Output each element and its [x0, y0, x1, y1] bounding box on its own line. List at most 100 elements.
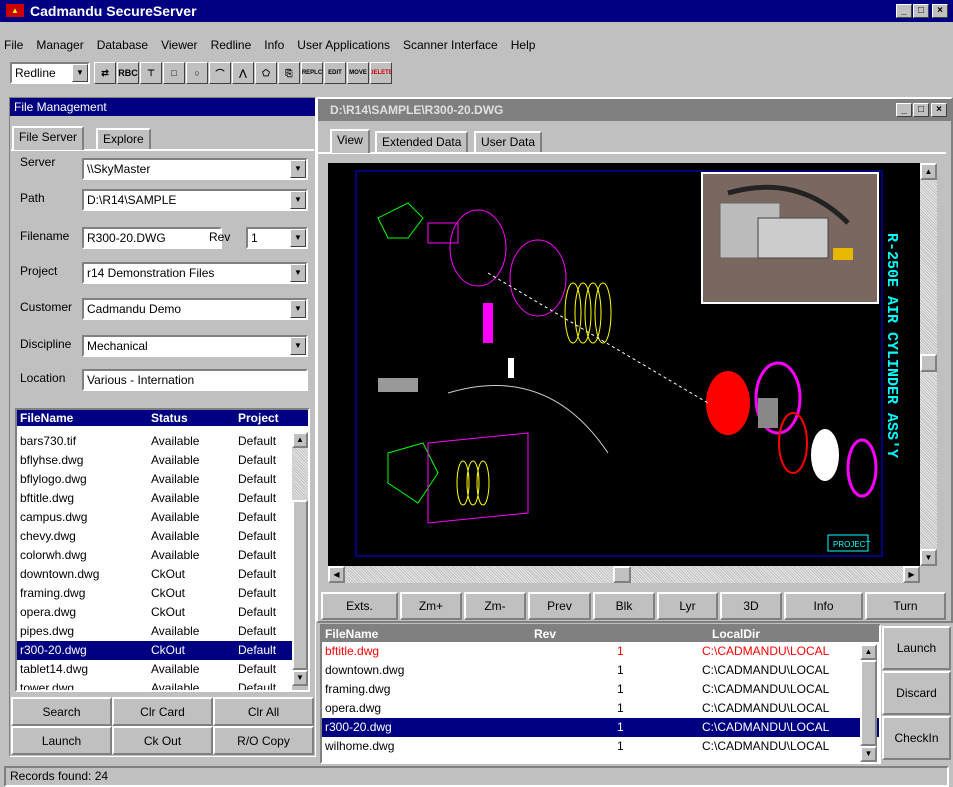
co-scroll-down[interactable]: ▼: [860, 746, 877, 762]
table-row[interactable]: r300-20.dwg CkOut Default: [17, 641, 308, 660]
clr-card-button[interactable]: Clr Card: [112, 697, 213, 726]
co-scroll-up[interactable]: ▲: [860, 644, 877, 660]
swap-icon[interactable]: ⇄: [94, 62, 116, 84]
col-co-filename[interactable]: FileName: [322, 626, 534, 642]
checkout-row[interactable]: framing.dwg 1 C:\CADMANDU\LOCAL: [322, 680, 879, 699]
search-button[interactable]: Search: [11, 697, 112, 726]
menu-database[interactable]: Database: [97, 38, 148, 52]
table-row[interactable]: tower.dwg Available Default: [17, 679, 308, 690]
table-row[interactable]: bars730.tif Available Default: [17, 432, 308, 451]
checkout-row[interactable]: downtown.dwg 1 C:\CADMANDU\LOCAL: [322, 661, 879, 680]
replace-icon[interactable]: REPLC: [301, 62, 323, 84]
viewer-zm-button[interactable]: Zm-: [464, 592, 526, 620]
table-row[interactable]: bftitle.dwg Available Default: [17, 489, 308, 508]
checkout-row[interactable]: bftitle.dwg 1 C:\CADMANDU\LOCAL: [322, 642, 879, 661]
project-select[interactable]: r14 Demonstration Files ▼: [82, 262, 308, 284]
table-row[interactable]: campus.dwg Available Default: [17, 508, 308, 527]
viewer-minimize-button[interactable]: _: [896, 103, 912, 117]
hscroll-thumb[interactable]: [613, 566, 631, 583]
scroll-down-button[interactable]: ▼: [292, 670, 308, 686]
location-field[interactable]: Various - Internation: [82, 369, 308, 391]
table-row[interactable]: chevy.dwg Available Default: [17, 527, 308, 546]
viewer-hscroll[interactable]: ◀ ▶: [328, 566, 920, 583]
viewer-blk-button[interactable]: Blk: [593, 592, 655, 620]
scroll-thumb[interactable]: [292, 500, 308, 670]
menu-manager[interactable]: Manager: [36, 38, 83, 52]
vscroll-down[interactable]: ▼: [920, 549, 937, 566]
discipline-select[interactable]: Mechanical ▼: [82, 335, 308, 357]
menu-user-applications[interactable]: User Applications: [297, 38, 390, 52]
col-status[interactable]: Status: [151, 410, 238, 426]
menu-info[interactable]: Info: [264, 38, 284, 52]
r-o-copy-button[interactable]: R/O Copy: [213, 726, 314, 755]
tab-file-server[interactable]: File Server: [12, 126, 85, 150]
col-co-localdir[interactable]: LocalDir: [712, 626, 862, 642]
viewer-close-button[interactable]: ×: [931, 103, 947, 117]
col-co-rev[interactable]: Rev: [534, 626, 712, 642]
viewer-maximize-button[interactable]: □: [913, 103, 929, 117]
table-row[interactable]: tablet14.dwg Available Default: [17, 660, 308, 679]
tab-user-data[interactable]: User Data: [474, 131, 543, 153]
clr-all-button[interactable]: Clr All: [213, 697, 314, 726]
scroll-track[interactable]: [292, 448, 308, 500]
menu-viewer[interactable]: Viewer: [161, 38, 197, 52]
checkout-row[interactable]: r300-20.dwg 1 C:\CADMANDU\LOCAL: [322, 718, 879, 737]
chevron-down-icon[interactable]: ▼: [290, 337, 306, 355]
table-row[interactable]: bflyhse.dwg Available Default: [17, 451, 308, 470]
menu-redline[interactable]: Redline: [211, 38, 252, 52]
path-select[interactable]: D:\R14\SAMPLE ▼: [82, 189, 308, 211]
server-select[interactable]: \\SkyMaster ▼: [82, 158, 308, 180]
text-icon[interactable]: ⊤: [140, 62, 162, 84]
arc-icon[interactable]: ⌒: [209, 62, 231, 84]
viewer-info-button[interactable]: Info: [784, 592, 863, 620]
hscroll-right[interactable]: ▶: [903, 566, 920, 583]
ck-out-button[interactable]: Ck Out: [112, 726, 213, 755]
table-row[interactable]: colorwh.dwg Available Default: [17, 546, 308, 565]
launch-button[interactable]: Launch: [882, 626, 951, 670]
move-icon[interactable]: MOVE: [347, 62, 369, 84]
discard-button[interactable]: Discard: [882, 671, 951, 715]
viewer-prev-button[interactable]: Prev: [528, 592, 591, 620]
col-project[interactable]: Project: [238, 410, 298, 426]
vscroll-track[interactable]: [920, 180, 937, 354]
customer-select[interactable]: Cadmandu Demo ▼: [82, 298, 308, 320]
redline-mode-select[interactable]: Redline ▼: [10, 62, 90, 84]
table-row[interactable]: framing.dwg CkOut Default: [17, 584, 308, 603]
checkout-row[interactable]: opera.dwg 1 C:\CADMANDU\LOCAL: [322, 699, 879, 718]
viewer-vscroll[interactable]: ▲ ▼: [920, 163, 937, 566]
col-filename[interactable]: FileName: [17, 410, 151, 426]
menu-file[interactable]: File: [4, 38, 23, 52]
hscroll-left[interactable]: ◀: [328, 566, 345, 583]
chevron-down-icon[interactable]: ▼: [72, 64, 88, 82]
viewer-lyr-button[interactable]: Lyr: [657, 592, 718, 620]
tab-view[interactable]: View: [330, 129, 370, 153]
table-row[interactable]: opera.dwg CkOut Default: [17, 603, 308, 622]
minimize-button[interactable]: _: [896, 4, 912, 18]
vscroll-thumb[interactable]: [920, 354, 937, 372]
table-row[interactable]: bflylogo.dwg Available Default: [17, 470, 308, 489]
viewer-3d-button[interactable]: 3D: [720, 592, 782, 620]
table-row[interactable]: pipes.dwg Available Default: [17, 622, 308, 641]
launch-button[interactable]: Launch: [11, 726, 112, 755]
checkout-scrollbar[interactable]: ▲ ▼: [860, 644, 877, 762]
tab-explore[interactable]: Explore: [96, 128, 151, 150]
copy-icon[interactable]: ⎘: [278, 62, 300, 84]
checkin-button[interactable]: CheckIn: [882, 716, 951, 760]
viewer-zm-button[interactable]: Zm+: [400, 592, 462, 620]
chevron-down-icon[interactable]: ▼: [290, 264, 306, 282]
tab-extended-data[interactable]: Extended Data: [375, 131, 469, 153]
vscroll-up[interactable]: ▲: [920, 163, 937, 180]
polygon-icon[interactable]: ⬠: [255, 62, 277, 84]
rectangle-icon[interactable]: □: [163, 62, 185, 84]
checkout-row[interactable]: wilhome.dwg 1 C:\CADMANDU\LOCAL: [322, 737, 879, 756]
drawing-canvas[interactable]: R-250E AIR CYLINDER ASS'Y PROJECT: [328, 163, 920, 566]
polyline-icon[interactable]: ⋀: [232, 62, 254, 84]
circle-icon[interactable]: ○: [186, 62, 208, 84]
viewer-exts-button[interactable]: Exts.: [321, 592, 398, 620]
edit-icon[interactable]: EDIT: [324, 62, 346, 84]
chevron-down-icon[interactable]: ▼: [290, 191, 306, 209]
close-button[interactable]: ×: [932, 4, 948, 18]
menu-help[interactable]: Help: [511, 38, 536, 52]
rev-select[interactable]: 1 ▼: [246, 227, 308, 249]
chevron-down-icon[interactable]: ▼: [290, 229, 306, 247]
